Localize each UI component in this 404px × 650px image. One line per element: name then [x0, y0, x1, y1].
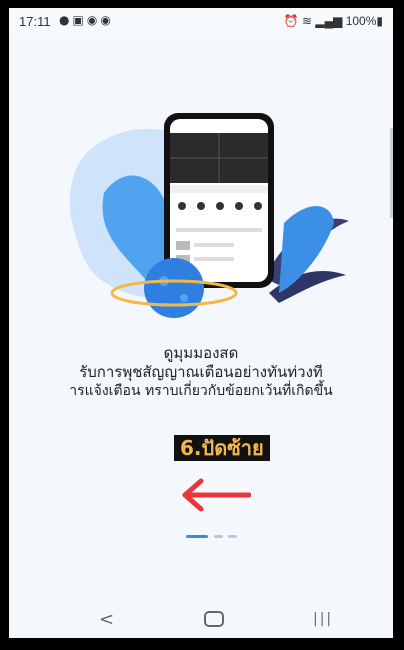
page-dot — [214, 535, 223, 538]
app-icon: ◉ — [100, 13, 114, 27]
notification-icons: ●▣◉◉ — [59, 13, 114, 27]
status-time: 17:11 — [19, 14, 51, 29]
home-icon[interactable] — [204, 611, 224, 627]
status-bar: 17:11 ●▣◉◉ ⏰ ≋ ▂▄▆ 100%▮ — [9, 8, 393, 34]
swipe-left-arrow-icon — [182, 478, 251, 512]
step-instruction-badge: 6.ปัดซ้าย — [174, 435, 270, 461]
system-icons: ⏰ ≋ ▂▄▆ 100%▮ — [284, 14, 383, 28]
system-nav-bar: < ||| — [9, 601, 393, 638]
feature-description-line-2: ารแจ้งเตือน ทราบเกี่ยวกับข้อยกเว้นที่เกิ… — [69, 383, 333, 399]
phone-screen: 17:11 ●▣◉◉ ⏰ ≋ ▂▄▆ 100%▮ ดูมุมมองสด รับก… — [9, 8, 393, 638]
planet-icon — [144, 258, 204, 318]
edge-handle[interactable] — [390, 128, 393, 218]
back-icon[interactable]: < — [99, 609, 114, 630]
chat-icon: ● — [59, 13, 73, 27]
recent-apps-icon[interactable]: ||| — [313, 611, 333, 627]
signal-icon: ▂▄▆ — [315, 14, 343, 28]
battery-level: 100% — [345, 14, 377, 28]
page-dot — [228, 535, 237, 538]
gallery-icon: ▣ — [72, 13, 87, 27]
page-dot-active — [186, 535, 208, 538]
device-frame: 17:11 ●▣◉◉ ⏰ ≋ ▂▄▆ 100%▮ ดูมุมมองสด รับก… — [0, 0, 404, 650]
wifi-icon: ≋ — [301, 14, 313, 28]
app-icon: ◉ — [86, 13, 101, 27]
alarm-icon: ⏰ — [283, 14, 299, 28]
onboarding-illustration — [69, 113, 349, 318]
battery-icon: ▮ — [376, 14, 383, 28]
